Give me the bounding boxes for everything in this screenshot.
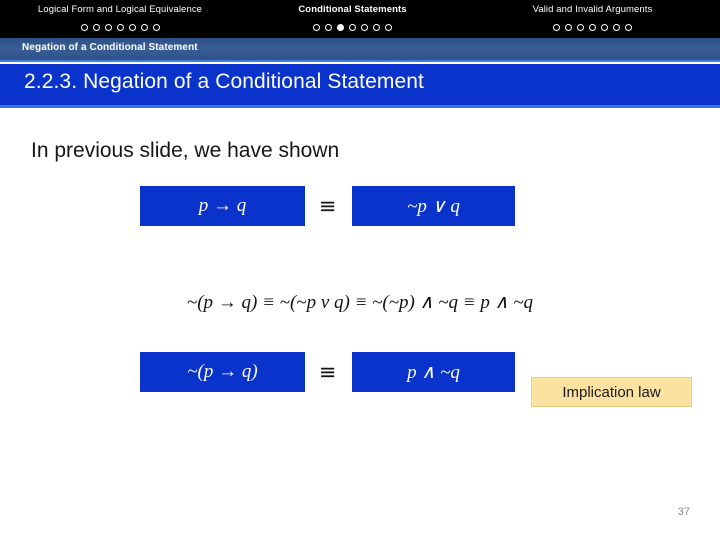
nav-group-conditional-statements[interactable]: Conditional Statements (240, 0, 465, 38)
nav-dot[interactable] (577, 23, 584, 31)
nav-dot[interactable] (104, 23, 112, 31)
section-ribbon: Negation of a Conditional Statement (0, 38, 720, 62)
nav-dot[interactable] (313, 23, 320, 31)
equation-box-negation-left: ~(p → q) (140, 352, 305, 392)
nav-dot-current[interactable] (337, 23, 344, 31)
page-number: 37 (677, 506, 690, 518)
nav-dot[interactable] (128, 23, 136, 31)
nav-dot[interactable] (565, 23, 572, 31)
nav-group-logical-form[interactable]: Logical Form and Logical Equivalence (0, 0, 240, 38)
nav-dot[interactable] (80, 23, 88, 31)
section-ribbon-label: Negation of a Conditional Statement (22, 42, 198, 53)
nav-dot[interactable] (625, 23, 632, 31)
equation-box-negation-right: p ∧ ~q (352, 352, 515, 392)
top-navigation-strip: Logical Form and Logical Equivalence Con… (0, 0, 720, 38)
equation-box-implication-right: ~p ∨ q (352, 186, 515, 226)
page-title: 2.2.3. Negation of a Conditional Stateme… (24, 70, 424, 93)
slide-title-band: 2.2.3. Negation of a Conditional Stateme… (0, 64, 720, 108)
equation-box-implication-left: p → q (140, 186, 305, 226)
equation-row-2: ~(p → q) ≡ p ∧ ~q (0, 352, 720, 392)
nav-dot[interactable] (349, 23, 356, 31)
equivalence-symbol: ≡ (318, 360, 337, 384)
nav-dot[interactable] (613, 23, 620, 31)
nav-dots-group-2 (240, 19, 465, 35)
nav-dot[interactable] (325, 23, 332, 31)
nav-dot[interactable] (152, 23, 160, 31)
equation-row-1: p → q ≡ ~p ∨ q Implication law (0, 186, 720, 407)
nav-dot[interactable] (361, 23, 368, 31)
nav-dots-group-1 (0, 19, 240, 35)
nav-group-label: Conditional Statements (298, 4, 407, 15)
nav-dot[interactable] (589, 23, 596, 31)
nav-dot[interactable] (385, 23, 392, 31)
nav-group-valid-invalid-arguments[interactable]: Valid and Invalid Arguments (465, 0, 720, 38)
intro-text: In previous slide, we have shown (31, 139, 340, 162)
nav-dot[interactable] (373, 23, 380, 31)
title-band-underline (0, 105, 720, 108)
nav-dots-group-3 (465, 19, 720, 35)
equivalence-symbol: ≡ (318, 194, 337, 218)
nav-dot[interactable] (553, 23, 560, 31)
nav-group-label: Valid and Invalid Arguments (532, 4, 653, 15)
derivation-chain-line: ~(p → q) ≡ ~(~p v q) ≡ ~(~p) ∧ ~q ≡ p ∧ … (186, 292, 534, 313)
nav-dot[interactable] (140, 23, 148, 31)
nav-group-label: Logical Form and Logical Equivalence (37, 4, 203, 15)
nav-dot[interactable] (601, 23, 608, 31)
nav-dot[interactable] (116, 23, 124, 31)
nav-dot[interactable] (92, 23, 100, 31)
